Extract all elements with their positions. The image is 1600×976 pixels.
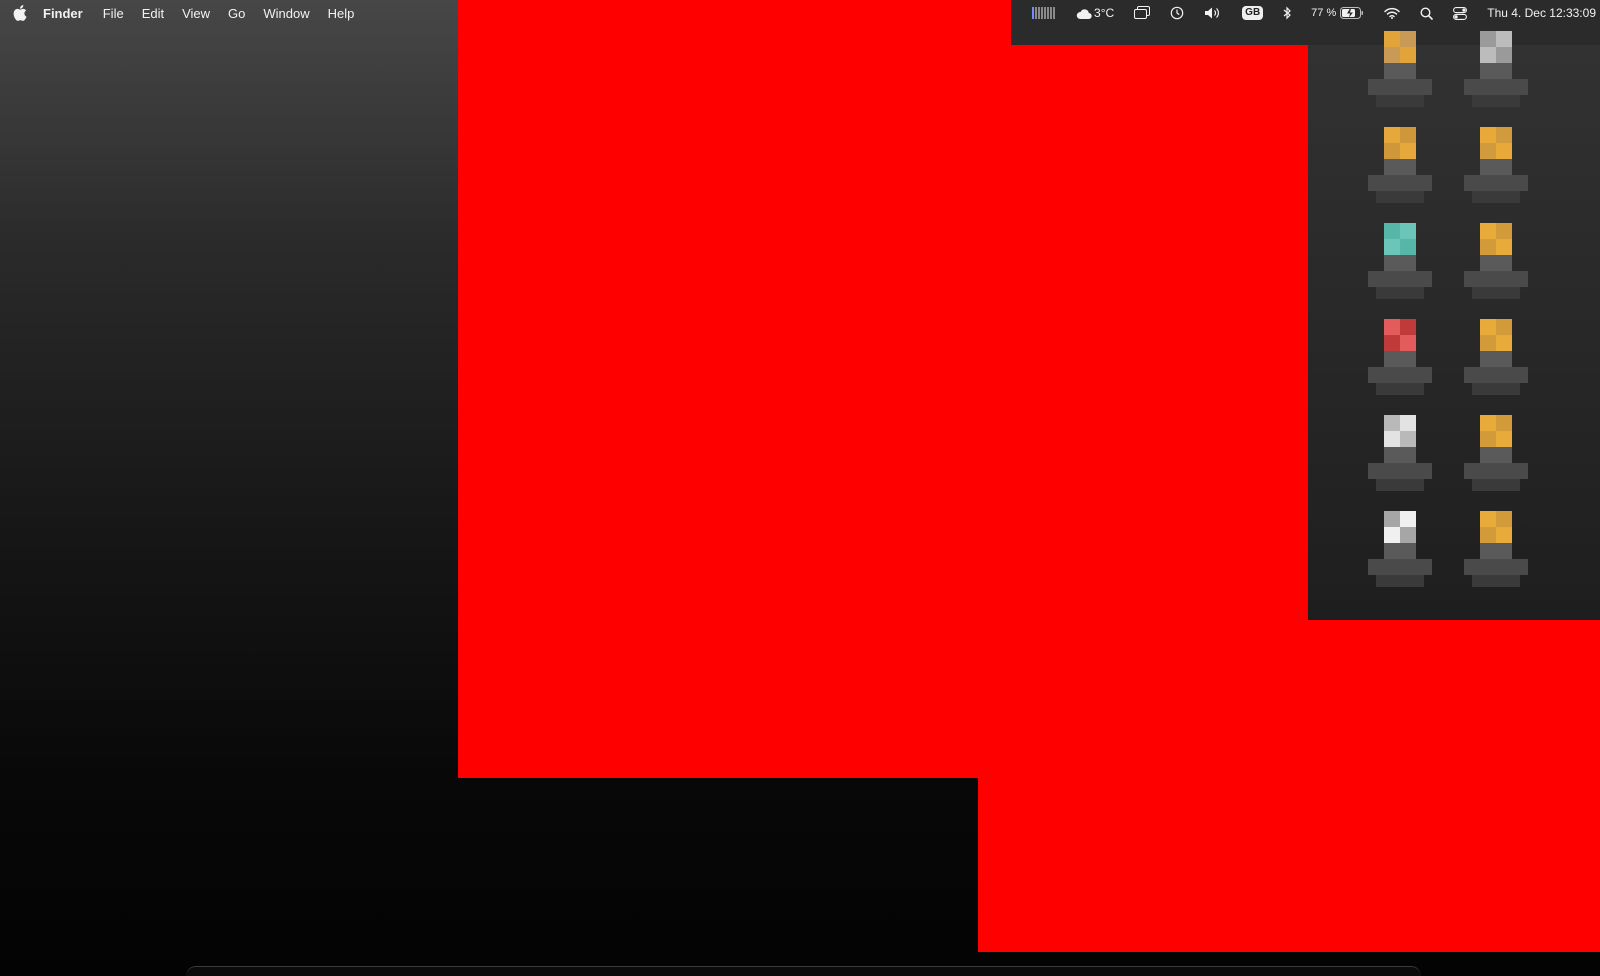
cloud-icon <box>1076 8 1092 19</box>
activity-monitor-icon[interactable] <box>1032 6 1056 20</box>
menu-go[interactable]: Go <box>228 6 245 21</box>
apple-menu-icon[interactable] <box>13 5 27 21</box>
desktop-file-icon[interactable] <box>1352 511 1448 607</box>
volume-icon[interactable] <box>1204 6 1222 20</box>
desktop-file-icon[interactable] <box>1448 511 1544 607</box>
desktop-icons-area <box>1308 31 1600 620</box>
desktop-file-icon[interactable] <box>1448 415 1544 511</box>
redaction-block <box>978 620 1600 952</box>
menu-clock[interactable]: Thu 4. Dec 12:33:09 <box>1487 6 1600 20</box>
desktop-file-icon[interactable] <box>1448 127 1544 223</box>
desktop-file-icon[interactable] <box>1352 127 1448 223</box>
desktop: Finder File Edit View Go Window Help 3°C… <box>0 0 1600 976</box>
menu-file[interactable]: File <box>103 6 124 21</box>
control-center-icon[interactable] <box>1453 6 1468 20</box>
desktop-file-icon[interactable] <box>1352 223 1448 319</box>
desktop-file-icon[interactable] <box>1352 31 1448 127</box>
input-source-badge[interactable]: GB <box>1242 6 1264 20</box>
battery-status[interactable]: 77 % <box>1311 7 1364 19</box>
weather-temperature: 3°C <box>1094 6 1115 20</box>
menu-view[interactable]: View <box>182 6 210 21</box>
battery-icon <box>1340 7 1364 19</box>
battery-percent: 77 % <box>1311 7 1337 19</box>
spotlight-search-icon[interactable] <box>1420 6 1434 20</box>
status-menu-extras: 3°C GB 77 % Thu 4. Dec 12:33:09 <box>1032 0 1600 26</box>
wifi-icon[interactable] <box>1384 7 1400 19</box>
bluetooth-icon[interactable] <box>1283 6 1292 20</box>
desktop-file-icon[interactable] <box>1352 319 1448 415</box>
redaction-block <box>458 0 1011 778</box>
desktop-file-icon[interactable] <box>1448 319 1544 415</box>
menu-edit[interactable]: Edit <box>142 6 164 21</box>
menu-window[interactable]: Window <box>263 6 309 21</box>
desktop-file-icon[interactable] <box>1448 223 1544 319</box>
weather-widget[interactable]: 3°C <box>1076 6 1114 20</box>
screen-mirroring-icon[interactable] <box>1134 6 1151 20</box>
desktop-file-icon[interactable] <box>1352 415 1448 511</box>
desktop-file-icon[interactable] <box>1448 31 1544 127</box>
menu-finder[interactable]: Finder <box>43 6 83 21</box>
dock[interactable] <box>186 966 1421 976</box>
time-machine-icon[interactable] <box>1170 6 1184 20</box>
menu-help[interactable]: Help <box>328 6 355 21</box>
